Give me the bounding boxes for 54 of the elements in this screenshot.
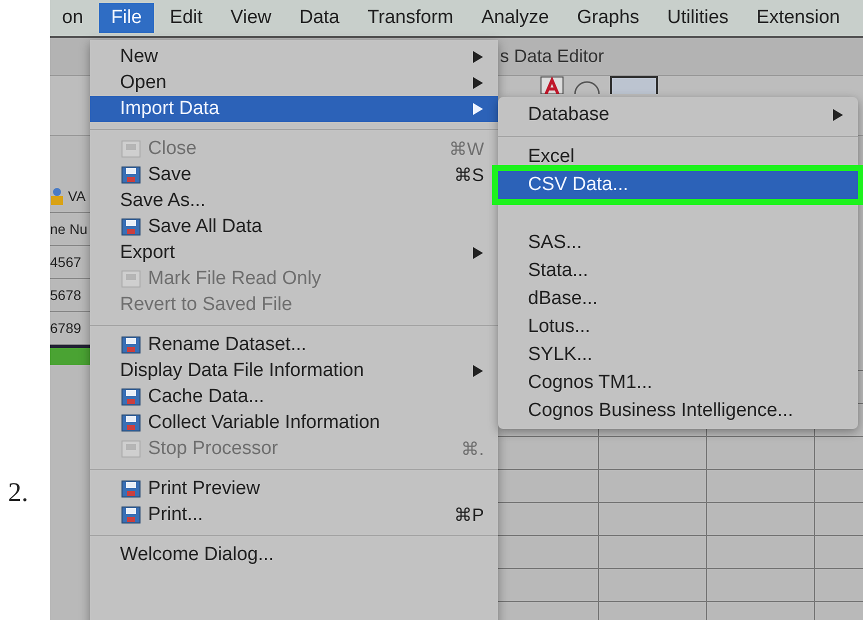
menu-bar-item[interactable]: Analyze: [469, 3, 561, 33]
menu-item[interactable]: Print... ⌘P: [90, 502, 498, 528]
menu-item[interactable]: New: [90, 44, 498, 70]
menu-bar-item[interactable]: Transform: [356, 3, 466, 33]
submenu-arrow-icon: [472, 364, 484, 378]
column-header: ne Nu: [50, 220, 88, 238]
menu-item[interactable]: CSV Data...: [498, 171, 858, 199]
menu-item[interactable]: Excel: [498, 143, 858, 171]
menu-bar-item[interactable]: Graphs: [564, 3, 652, 33]
menu-item[interactable]: Save All Data: [90, 214, 498, 240]
menu-item[interactable]: Export: [90, 240, 498, 266]
submenu-arrow-icon: [472, 246, 484, 260]
menu-item[interactable]: Database: [498, 101, 858, 129]
menu-item[interactable]: Display Data File Information: [90, 358, 498, 384]
shortcut: ⌘.: [460, 438, 484, 460]
column-header: VA: [68, 186, 86, 206]
submenu-arrow-icon: [472, 102, 484, 116]
menu-bar-item[interactable]: Data: [287, 3, 352, 33]
menu-item[interactable]: dBase...: [498, 285, 858, 313]
menu-item[interactable]: Collect Variable Information: [90, 410, 498, 436]
rectangle-tool-icon[interactable]: [610, 76, 658, 94]
menu-item[interactable]: Open: [90, 70, 498, 96]
submenu-arrow-icon: [832, 108, 844, 122]
step-number: 2.: [7, 476, 28, 509]
submenu-arrow-icon: [472, 50, 484, 64]
shortcut: ⌘W: [449, 138, 484, 160]
menu-bar-item[interactable]: Utilities: [655, 3, 741, 33]
menu-bar-item[interactable]: View: [218, 3, 284, 33]
table-cell-text: 5678: [50, 286, 82, 304]
selected-row-bar: [50, 345, 90, 365]
menu-bar-item[interactable]: Extension: [744, 3, 852, 33]
menu-item[interactable]: Cognos TM1...: [498, 369, 858, 397]
menu-item[interactable]: SAS...: [498, 229, 858, 257]
menu-item[interactable]: Rename Dataset...: [90, 332, 498, 358]
menu-bar-item[interactable]: on: [50, 3, 96, 33]
variable-icon: [50, 187, 64, 205]
menu-item[interactable]: SYLK...: [498, 341, 858, 369]
table-cell-text: 4567: [50, 252, 82, 272]
table-cell-text: 6789: [50, 318, 82, 338]
menu-bar-item[interactable]: File: [99, 3, 154, 33]
window-title: s Data Editor: [500, 45, 604, 68]
menu-item[interactable]: Stata...: [498, 257, 858, 285]
submenu-arrow-icon: [472, 76, 484, 90]
menu-item[interactable]: Import Data: [90, 96, 498, 122]
menu-item[interactable]: Cognos Business Intelligence...: [498, 397, 858, 425]
shortcut: ⌘P: [454, 504, 484, 526]
menu-item[interactable]: Cache Data...: [90, 384, 498, 410]
text-tool-icon[interactable]: [540, 76, 564, 94]
shortcut: ⌘S: [454, 164, 484, 186]
menu-item[interactable]: Lotus...: [498, 313, 858, 341]
menu-item[interactable]: Print Preview: [90, 476, 498, 502]
menu-item[interactable]: Welcome Dialog...: [90, 542, 498, 568]
menu-bar-item[interactable]: Edit: [158, 3, 215, 33]
menu-item[interactable]: Save As...: [90, 188, 498, 214]
